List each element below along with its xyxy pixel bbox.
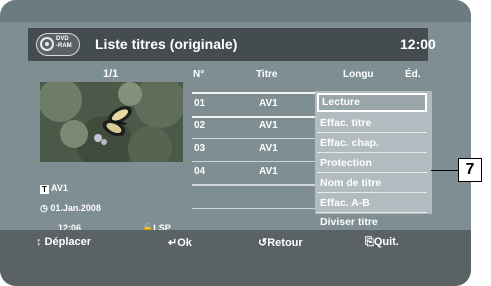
tv-screen: DVD -RAM Liste titres (originale) 12:00 … [0,0,471,286]
menu-item-effac-ab[interactable]: Effac. A-B [317,194,427,213]
exit-icon: ⎘ [365,236,374,248]
footer-quit-label: Quit. [373,236,399,248]
footer-move-label: Déplacer [44,236,92,248]
disc-label-line2: -RAM [56,43,72,49]
row-title: AV1 [259,98,278,109]
row-title: AV1 [259,120,278,131]
row-title: AV1 [259,143,278,154]
top-bar [0,0,471,22]
page-counter: 1/1 [103,68,119,80]
title-name-row: T AV1 [40,183,68,194]
row-title: AV1 [259,166,278,177]
title-thumbnail [40,82,183,162]
clock: 12:00 [400,36,436,52]
row-number: 03 [194,143,206,154]
disc-label-line1: DVD [56,36,69,42]
header-bar: DVD -RAM Liste titres (originale) 12:00 [28,28,436,61]
table-row[interactable]: 02 AV1 [192,116,318,139]
footer-ok: ↵Ok [168,236,192,249]
clock-icon: ◷ [40,203,48,213]
menu-item-lecture[interactable]: Lecture [317,93,427,112]
table-row[interactable]: 03 AV1 [192,139,318,162]
row-number: 04 [194,166,206,177]
up-down-arrow-icon: ↕ [36,236,42,248]
menu-item-effac-chap[interactable]: Effac. chap. [317,134,427,153]
table-row[interactable]: 04 AV1 [192,162,318,185]
menu-item-protection[interactable]: Protection [317,154,427,173]
col-number: N° [193,69,205,80]
callout-number: 7 [458,158,482,182]
table-divider [192,208,318,209]
row-number: 01 [194,98,206,109]
date-row: ◷ 01.Jan.2008 [40,203,101,214]
preview-date: 01.Jan.2008 [50,203,101,213]
disc-label: DVD -RAM [56,36,72,50]
disc-icon [40,37,54,51]
footer-back: ↺Retour [258,236,303,249]
footer-quit: ⎘Quit. [365,236,399,249]
callout-line [431,170,458,171]
return-icon: ↺ [258,237,268,249]
footer-move: ↕ Déplacer [36,236,91,248]
enter-icon: ↵ [168,237,178,249]
menu-item-effac-titre[interactable]: Effac. titre [317,114,427,133]
dvd-ram-logo: DVD -RAM [36,33,80,56]
col-title: Titre [256,69,278,80]
title-badge: T [40,185,49,194]
table-row[interactable]: 01 AV1 [192,92,318,118]
preview-title-name: AV1 [51,183,68,193]
popup-menu: Lecture Effac. titre Effac. chap. Protec… [315,91,432,228]
footer-ok-label: Ok [177,237,192,249]
row-number: 02 [194,120,206,131]
col-edit: Éd. [405,69,421,80]
table-divider [192,185,318,186]
menu-item-nom-de-titre[interactable]: Nom de titre [317,174,427,193]
butterfly-image [40,82,183,162]
footer-back-label: Retour [267,237,303,249]
col-length: Longu [343,69,374,80]
page-title: Liste titres (originale) [95,36,238,52]
